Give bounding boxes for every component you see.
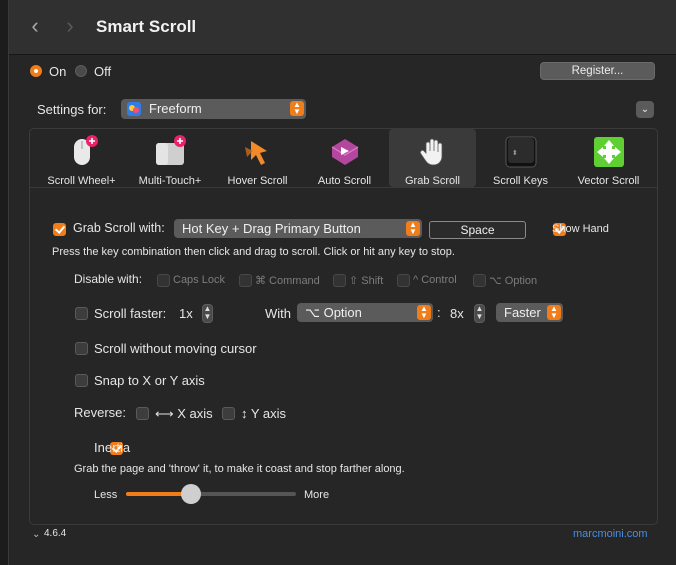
chevron-down-icon[interactable]: ⌄ xyxy=(32,529,40,540)
forward-button[interactable]: › xyxy=(57,14,83,40)
trackpad-icon xyxy=(153,135,187,169)
grab-scroll-checkbox[interactable] xyxy=(53,223,66,236)
back-button[interactable]: ‹ xyxy=(22,14,48,40)
app-window: ‹ › Smart Scroll On Off Register... Sett… xyxy=(9,0,676,565)
reverse-x-checkbox[interactable] xyxy=(136,407,149,420)
scroll-faster-checkbox[interactable] xyxy=(75,307,88,320)
tab-label: Auto Scroll xyxy=(317,175,372,187)
chevron-updown-icon: ▲ ▼ xyxy=(547,305,561,320)
slider-more-label: More xyxy=(304,489,330,501)
inertia-label: Inertia xyxy=(94,440,131,455)
vector-arrows-icon xyxy=(592,135,626,169)
multiplier-stepper[interactable]: ▲ ▼ xyxy=(474,304,485,323)
off-label: Off xyxy=(94,64,112,79)
caps-lock-checkbox[interactable] xyxy=(157,274,170,287)
tabs-divider xyxy=(30,187,657,188)
reverse-label: Reverse: xyxy=(74,405,127,420)
scroll-faster-stepper[interactable]: ▲ ▼ xyxy=(202,304,213,323)
control-checkbox[interactable] xyxy=(397,274,410,287)
chevron-updown-icon: ▲ ▼ xyxy=(406,221,420,236)
inertia-slider-knob[interactable] xyxy=(181,484,201,504)
svg-text:⬍: ⬍ xyxy=(512,149,518,157)
version-label: 4.6.4 xyxy=(44,528,67,539)
shift-label: ⇧ Shift xyxy=(349,275,384,287)
settings-panel: Scroll Wheel+ Multi-Touch+ Hover Scroll … xyxy=(29,128,658,525)
modifier-select[interactable]: ⌥ Option ▲ ▼ xyxy=(297,303,433,322)
grab-description: Press the key combination then click and… xyxy=(52,246,455,258)
freeform-app-icon xyxy=(127,102,141,116)
inertia-description: Grab the page and 'throw' it, to make it… xyxy=(74,463,405,475)
title-bar: ‹ › Smart Scroll xyxy=(9,0,676,55)
with-label: With xyxy=(265,306,291,321)
show-hand-label: Show Hand xyxy=(552,223,609,235)
tab-multi-touch[interactable]: Multi-Touch+ xyxy=(126,129,214,187)
chevron-down-icon: ⌄ xyxy=(640,104,650,115)
background-window-edge xyxy=(0,0,9,565)
tab-label: Scroll Wheel+ xyxy=(47,175,116,187)
reverse-y-label: ↕ Y axis xyxy=(241,406,287,421)
slider-less-label: Less xyxy=(94,489,118,501)
colon-label: : xyxy=(437,305,441,320)
key-icon: ⬍ xyxy=(504,135,538,169)
on-radio[interactable] xyxy=(30,65,42,77)
option-label: ⌥ Option xyxy=(489,275,538,287)
mouse-icon xyxy=(65,135,99,169)
on-label: On xyxy=(49,64,67,79)
tab-label: Grab Scroll xyxy=(404,175,461,187)
snap-axis-checkbox[interactable] xyxy=(75,374,88,387)
shift-checkbox[interactable] xyxy=(333,274,346,287)
reverse-x-label: ⟷ X axis xyxy=(155,406,213,421)
app-select[interactable]: Freeform ▲ ▼ xyxy=(121,99,306,119)
command-checkbox[interactable] xyxy=(239,274,252,287)
command-label: ⌘ Command xyxy=(255,275,320,287)
chevron-updown-icon: ▲ ▼ xyxy=(417,305,431,320)
control-label: ^ Control xyxy=(413,274,457,286)
tab-scroll-wheel[interactable]: Scroll Wheel+ xyxy=(38,129,125,187)
tab-hover-scroll[interactable]: Hover Scroll xyxy=(215,129,300,187)
grab-scroll-label: Grab Scroll with: xyxy=(73,221,165,235)
option-checkbox[interactable] xyxy=(473,274,486,287)
scroll-faster-label: Scroll faster: xyxy=(94,306,167,321)
hand-icon xyxy=(416,135,450,169)
tab-scroll-keys[interactable]: ⬍ Scroll Keys xyxy=(477,129,564,187)
tab-grab-scroll[interactable]: Grab Scroll xyxy=(389,129,476,187)
app-select-value: Freeform xyxy=(149,101,202,116)
window-title: Smart Scroll xyxy=(96,17,197,36)
no-cursor-label: Scroll without moving cursor xyxy=(94,341,257,356)
modifier-value: ⌥ Option xyxy=(305,305,362,320)
caps-lock-label: Caps Lock xyxy=(173,274,225,286)
disable-with-label: Disable with: xyxy=(74,272,143,286)
snap-axis-label: Snap to X or Y axis xyxy=(94,373,205,388)
settings-for-label: Settings for: xyxy=(37,102,107,117)
chevron-updown-icon: ▲ ▼ xyxy=(290,101,304,116)
hover-arrow-icon xyxy=(241,135,275,169)
no-cursor-checkbox[interactable] xyxy=(75,342,88,355)
mode-select[interactable]: Faster ▲ ▼ xyxy=(496,303,563,322)
tab-label: Hover Scroll xyxy=(227,175,288,187)
multiplier-value: 8x xyxy=(450,306,464,321)
grab-method-select[interactable]: Hot Key + Drag Primary Button ▲ ▼ xyxy=(174,219,422,238)
scroll-faster-value: 1x xyxy=(179,306,193,321)
register-button[interactable]: Register... xyxy=(540,62,655,80)
grab-method-value: Hot Key + Drag Primary Button xyxy=(182,221,361,236)
tab-auto-scroll[interactable]: Auto Scroll xyxy=(302,129,387,187)
tab-label: Multi-Touch+ xyxy=(138,175,202,187)
reverse-y-checkbox[interactable] xyxy=(222,407,235,420)
hotkey-field[interactable]: Space xyxy=(429,221,526,239)
tab-vector-scroll[interactable]: Vector Scroll xyxy=(565,129,652,187)
mode-value: Faster xyxy=(504,305,541,320)
tab-label: Scroll Keys xyxy=(492,175,549,187)
off-radio[interactable] xyxy=(75,65,87,77)
website-link[interactable]: marcmoini.com xyxy=(573,528,648,540)
tab-label: Vector Scroll xyxy=(577,175,640,187)
auto-scroll-icon xyxy=(328,135,362,169)
collapse-button[interactable]: ⌄ xyxy=(636,101,654,118)
